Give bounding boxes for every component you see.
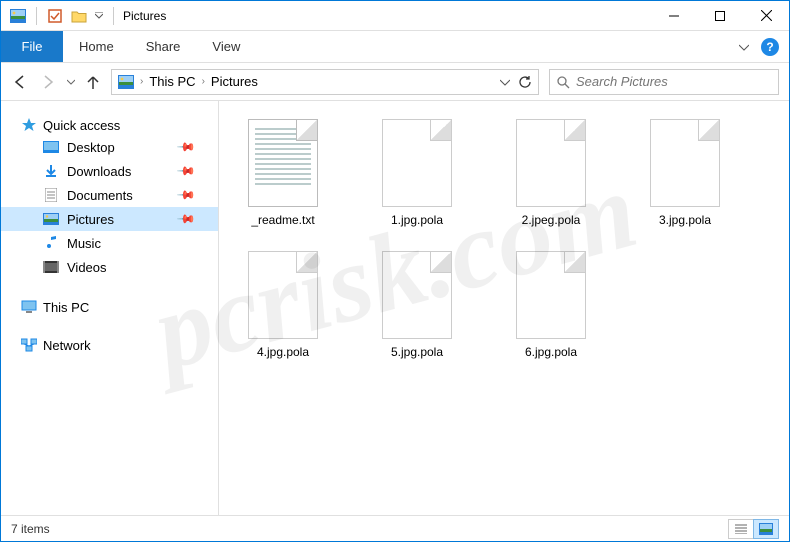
file-name-label: 1.jpg.pola <box>391 213 443 227</box>
file-name-label: _readme.txt <box>251 213 314 227</box>
pin-icon: 📌 <box>176 209 196 229</box>
blank-file-icon <box>516 251 586 339</box>
search-box[interactable] <box>549 69 779 95</box>
nav-this-pc[interactable]: This PC <box>1 297 218 317</box>
properties-icon[interactable] <box>46 7 64 25</box>
nav-this-pc-label: This PC <box>43 300 89 315</box>
blank-file-icon <box>248 251 318 339</box>
network-icon <box>21 337 37 353</box>
text-file-icon <box>248 119 318 207</box>
body: Quick access Desktop 📌 Downloads 📌 Docum… <box>1 101 789 515</box>
nav-quick-access[interactable]: Quick access <box>1 115 218 135</box>
file-list[interactable]: _readme.txt 1.jpg.pola 2.jpeg.pola 3.jpg.po… <box>219 101 789 515</box>
quick-access-icon <box>21 117 37 133</box>
search-input[interactable] <box>576 74 772 89</box>
status-bar: 7 items <box>1 515 789 541</box>
music-icon <box>43 235 59 251</box>
blank-file-icon <box>382 119 452 207</box>
tab-view[interactable]: View <box>196 31 256 62</box>
address-bar-row: › This PC › Pictures <box>1 63 789 101</box>
explorer-window: pcrisk.com Pictures File <box>0 0 790 542</box>
refresh-icon[interactable] <box>518 75 532 89</box>
file-name-label: 2.jpeg.pola <box>522 213 581 227</box>
file-item[interactable]: _readme.txt <box>231 119 335 227</box>
nav-item-label: Pictures <box>67 212 114 227</box>
pin-icon: 📌 <box>176 161 196 181</box>
documents-icon <box>43 187 59 203</box>
nav-item-videos[interactable]: Videos <box>1 255 218 279</box>
nav-item-downloads[interactable]: Downloads 📌 <box>1 159 218 183</box>
tab-home[interactable]: Home <box>63 31 130 62</box>
nav-item-music[interactable]: Music <box>1 231 218 255</box>
desktop-icon <box>43 139 59 155</box>
new-folder-icon[interactable] <box>70 7 88 25</box>
nav-item-documents[interactable]: Documents 📌 <box>1 183 218 207</box>
file-item[interactable]: 6.jpg.pola <box>499 251 603 359</box>
tab-share[interactable]: Share <box>130 31 197 62</box>
app-icon[interactable] <box>9 7 27 25</box>
downloads-icon <box>43 163 59 179</box>
blank-file-icon <box>382 251 452 339</box>
view-large-icons-button[interactable] <box>753 519 779 539</box>
file-item[interactable]: 3.jpg.pola <box>633 119 737 227</box>
file-tab[interactable]: File <box>1 31 63 62</box>
file-name-label: 6.jpg.pola <box>525 345 577 359</box>
nav-item-pictures[interactable]: Pictures 📌 <box>1 207 218 231</box>
location-pictures-icon <box>118 74 134 90</box>
file-item[interactable]: 1.jpg.pola <box>365 119 469 227</box>
blank-file-icon <box>650 119 720 207</box>
this-pc-icon <box>21 299 37 315</box>
pin-icon: 📌 <box>176 137 196 157</box>
close-button[interactable] <box>743 1 789 31</box>
nav-network[interactable]: Network <box>1 335 218 355</box>
ribbon-expand-icon[interactable] <box>739 42 749 52</box>
breadcrumb-pictures[interactable]: Pictures <box>211 74 258 89</box>
qat-dropdown-icon[interactable] <box>94 7 104 25</box>
file-item[interactable]: 5.jpg.pola <box>365 251 469 359</box>
file-name-label: 5.jpg.pola <box>391 345 443 359</box>
nav-quick-access-label: Quick access <box>43 118 120 133</box>
title-bar: Pictures <box>1 1 789 31</box>
nav-item-label: Documents <box>67 188 133 203</box>
file-name-label: 3.jpg.pola <box>659 213 711 227</box>
qat-separator-2 <box>113 7 114 25</box>
status-item-count: 7 items <box>11 522 50 536</box>
chevron-right-icon[interactable]: › <box>202 76 205 87</box>
nav-item-desktop[interactable]: Desktop 📌 <box>1 135 218 159</box>
forward-button[interactable] <box>39 73 57 91</box>
breadcrumb-this-pc[interactable]: This PC <box>149 74 195 89</box>
file-name-label: 4.jpg.pola <box>257 345 309 359</box>
pin-icon: 📌 <box>176 185 196 205</box>
up-button[interactable] <box>85 74 101 90</box>
pictures-icon <box>43 211 59 227</box>
maximize-button[interactable] <box>697 1 743 31</box>
blank-file-icon <box>516 119 586 207</box>
search-icon <box>556 75 570 89</box>
ribbon-tabs: File Home Share View ? <box>1 31 789 63</box>
nav-item-label: Videos <box>67 260 107 275</box>
address-dropdown-icon[interactable] <box>500 77 510 87</box>
file-item[interactable]: 2.jpeg.pola <box>499 119 603 227</box>
file-item[interactable]: 4.jpg.pola <box>231 251 335 359</box>
nav-item-label: Desktop <box>67 140 115 155</box>
recent-dropdown-icon[interactable] <box>67 78 75 86</box>
qat-separator <box>36 7 37 25</box>
chevron-right-icon[interactable]: › <box>140 76 143 87</box>
help-icon[interactable]: ? <box>761 38 779 56</box>
nav-item-label: Music <box>67 236 101 251</box>
videos-icon <box>43 259 59 275</box>
navigation-pane: Quick access Desktop 📌 Downloads 📌 Docum… <box>1 101 219 515</box>
minimize-button[interactable] <box>651 1 697 31</box>
nav-item-label: Downloads <box>67 164 131 179</box>
address-bar[interactable]: › This PC › Pictures <box>111 69 539 95</box>
view-details-button[interactable] <box>728 519 754 539</box>
window-title: Pictures <box>123 9 166 23</box>
nav-network-label: Network <box>43 338 91 353</box>
back-button[interactable] <box>11 73 29 91</box>
